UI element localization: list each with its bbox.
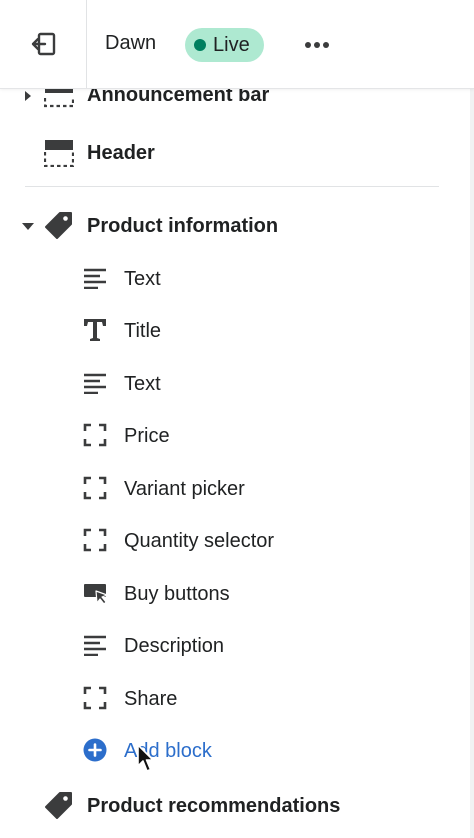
block-label: Price — [124, 425, 170, 447]
theme-name: Dawn — [105, 32, 157, 54]
section-product-recommendations[interactable]: Product recommendations — [0, 790, 474, 822]
block-label: Buy buttons — [124, 583, 230, 605]
block-label: Text — [124, 268, 161, 290]
block-label: Title — [124, 320, 162, 342]
live-dot-icon — [194, 39, 206, 51]
buy-buttons-icon — [83, 581, 109, 605]
caret-right-icon[interactable] — [19, 87, 37, 105]
more-horizontal-icon — [305, 42, 329, 48]
block-item[interactable]: Text — [0, 369, 474, 397]
text-lines-icon — [83, 372, 107, 394]
section-divider — [25, 186, 439, 187]
more-actions-button[interactable] — [302, 30, 332, 60]
panel-edge — [470, 0, 474, 838]
dashed-box-icon — [83, 528, 107, 552]
block-label: Quantity selector — [124, 530, 275, 552]
block-label: Text — [124, 373, 161, 395]
mouse-pointer-icon — [136, 744, 156, 779]
text-lines-icon — [83, 634, 107, 656]
dashed-box-icon — [83, 476, 107, 500]
caret-down-icon[interactable] — [19, 217, 37, 235]
block-item[interactable]: Title — [0, 316, 474, 344]
block-item[interactable]: Buy buttons — [0, 579, 474, 607]
block-item[interactable]: Share — [0, 684, 474, 712]
block-label: Variant picker — [124, 478, 245, 500]
block-item[interactable]: Text — [0, 264, 474, 292]
block-item[interactable]: Price — [0, 421, 474, 449]
block-item[interactable]: Variant picker — [0, 474, 474, 502]
live-status-badge: Live — [185, 28, 264, 62]
exit-icon — [31, 32, 56, 56]
product-tag-icon — [44, 211, 74, 241]
section-label: Header — [87, 142, 155, 164]
text-lines-icon — [83, 267, 107, 289]
dashed-box-icon — [83, 686, 107, 710]
exit-button[interactable] — [0, 0, 87, 88]
block-item[interactable]: Description — [0, 631, 474, 659]
plus-circle-icon — [83, 738, 107, 762]
section-header[interactable]: Header — [0, 138, 474, 168]
section-label: Product recommendations — [87, 795, 341, 817]
block-item[interactable]: Quantity selector — [0, 526, 474, 554]
dashed-box-icon — [83, 423, 107, 447]
add-block-button[interactable]: Add block — [0, 736, 474, 764]
section-label: Product information — [87, 215, 279, 237]
section-product-information[interactable]: Product information — [0, 210, 474, 242]
header-section-icon — [44, 139, 74, 167]
editor-top-bar: Dawn Live — [0, 0, 474, 89]
product-tag-icon — [44, 791, 74, 821]
block-label: Description — [124, 635, 225, 657]
live-status-label: Live — [213, 33, 250, 56]
block-label: Share — [124, 688, 178, 710]
title-t-icon — [83, 318, 107, 342]
